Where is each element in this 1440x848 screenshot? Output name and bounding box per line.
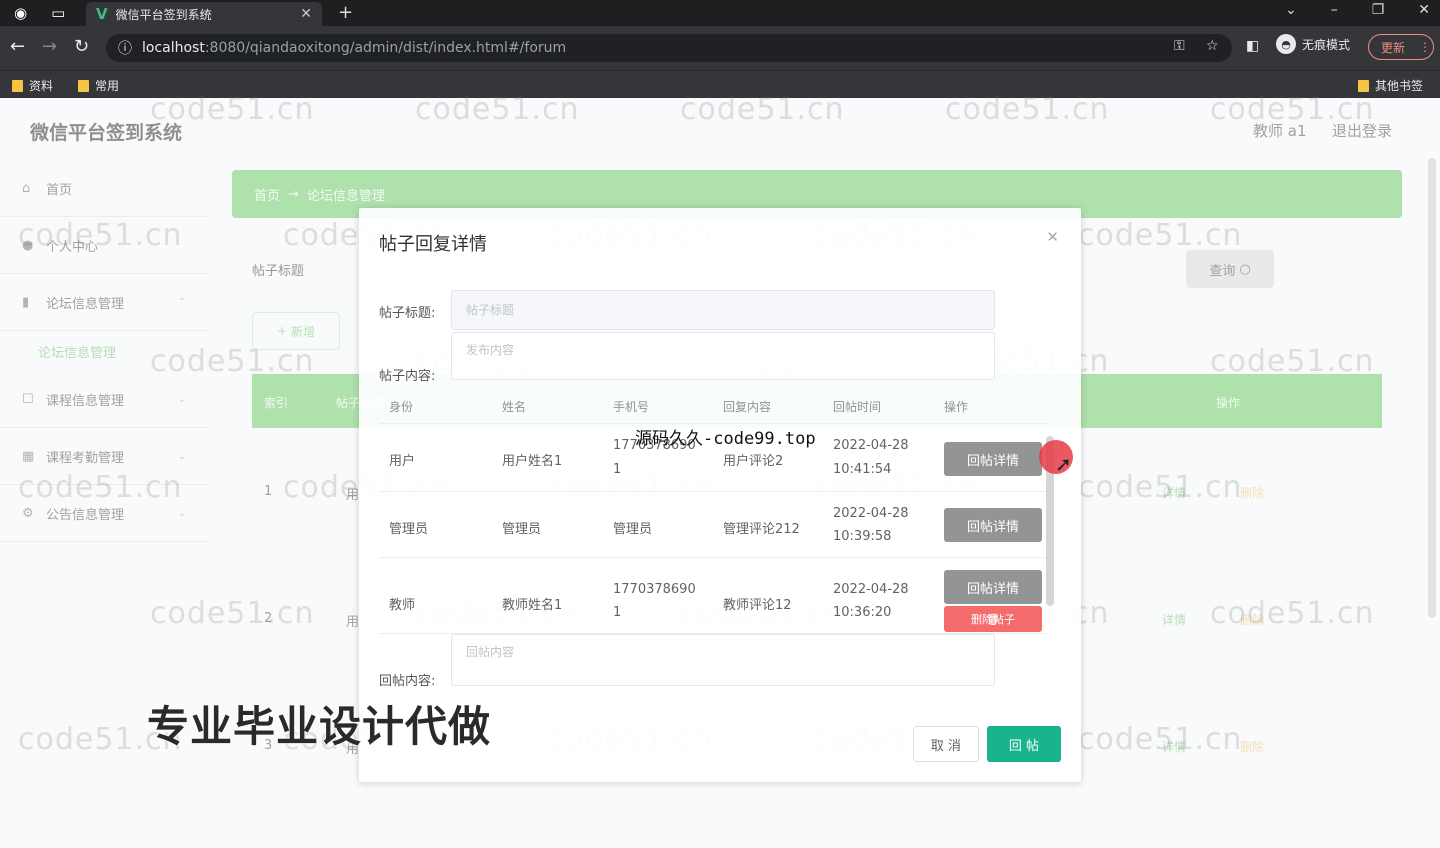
bookmark-folder[interactable]: 资料 bbox=[12, 77, 53, 94]
post-content-textarea[interactable]: 发布内容 bbox=[451, 332, 995, 380]
post-title-label: 帖子标题: bbox=[379, 306, 436, 321]
reply-table-header: 身份 姓名 手机号 回复内容 回帖时间 操作 bbox=[379, 384, 1047, 424]
promo-overlay-text: 专业毕业设计代做 bbox=[147, 702, 492, 751]
post-content-label: 帖子内容: bbox=[379, 369, 436, 384]
mouse-cursor-icon: ➚ bbox=[1055, 452, 1072, 476]
cancel-button[interactable]: 取 消 bbox=[913, 726, 979, 762]
chevron-down-icon[interactable]: ⌄ bbox=[1285, 2, 1297, 18]
reply-row: 管理员 管理员 管理员 管理评论212 2022-04-28 10:39:58 … bbox=[379, 492, 1047, 558]
menu-dots-icon: ⋮ bbox=[1419, 40, 1432, 54]
url-path: :8080/qiandaoxitong/admin/dist/index.htm… bbox=[204, 40, 567, 56]
post-title-input[interactable]: 帖子标题 bbox=[451, 290, 995, 330]
window-icon[interactable]: ▭ bbox=[51, 4, 65, 22]
key-icon[interactable]: ⚿ bbox=[1174, 38, 1185, 54]
reply-row: 教师 教师姓名1 1770378690 1 教师评论12 2022-04-28 … bbox=[379, 558, 1047, 634]
star-icon[interactable]: ☆ bbox=[1206, 38, 1219, 54]
reload-icon[interactable]: ↻ bbox=[74, 36, 89, 57]
close-icon[interactable]: ✕ bbox=[1046, 228, 1059, 246]
forward-icon[interactable]: → bbox=[42, 36, 57, 57]
folder-icon bbox=[1358, 79, 1369, 92]
reply-detail-button[interactable]: 回帖详情 bbox=[944, 442, 1042, 476]
delete-post-button[interactable]: 🗑 删除帖子 bbox=[944, 606, 1042, 632]
restore-icon[interactable]: ❐ bbox=[1372, 2, 1385, 18]
close-tab-icon[interactable]: ✕ bbox=[300, 6, 312, 22]
reply-submit-button[interactable]: 回 帖 bbox=[987, 726, 1061, 762]
url-host: localhost bbox=[142, 40, 205, 56]
address-bar-row: ← → ↻ ⓘ localhost :8080/qiandaoxitong/ad… bbox=[0, 26, 1440, 70]
reply-content-label: 回帖内容: bbox=[379, 674, 436, 689]
reply-detail-button[interactable]: 回帖详情 bbox=[944, 508, 1042, 542]
sidepanel-icon[interactable]: ◧ bbox=[1246, 38, 1259, 54]
source-overlay-text: 源码久久-code99.top bbox=[635, 429, 816, 449]
vue-logo-icon: V bbox=[96, 5, 108, 23]
update-button[interactable]: 更新 ⋮ bbox=[1368, 34, 1434, 60]
globe-icon[interactable]: ◉ bbox=[14, 4, 27, 22]
reply-content-textarea[interactable]: 回帖内容 bbox=[451, 634, 995, 686]
minimize-icon[interactable]: – bbox=[1331, 2, 1338, 18]
incognito-indicator[interactable]: ◓ 无痕模式 bbox=[1276, 34, 1350, 54]
url-input[interactable]: ⓘ localhost :8080/qiandaoxitong/admin/di… bbox=[106, 34, 1232, 62]
incognito-icon: ◓ bbox=[1276, 34, 1296, 54]
browser-tabstrip: ◉ ▭ V 微信平台签到系统 ✕ + ⌄ – ❐ ✕ bbox=[0, 0, 1440, 26]
folder-icon bbox=[78, 79, 89, 92]
bookmark-folder[interactable]: 常用 bbox=[78, 77, 119, 94]
dialog-title: 帖子回复详情 bbox=[379, 234, 487, 255]
back-icon[interactable]: ← bbox=[10, 36, 25, 57]
info-icon[interactable]: ⓘ bbox=[118, 38, 132, 58]
browser-tab[interactable]: V 微信平台签到系统 ✕ bbox=[86, 2, 322, 26]
tab-title: 微信平台签到系统 bbox=[115, 7, 212, 22]
close-window-icon[interactable]: ✕ bbox=[1418, 2, 1430, 18]
folder-icon bbox=[12, 79, 23, 92]
reply-detail-button[interactable]: 回帖详情 bbox=[944, 570, 1042, 604]
new-tab-icon[interactable]: + bbox=[338, 2, 353, 23]
